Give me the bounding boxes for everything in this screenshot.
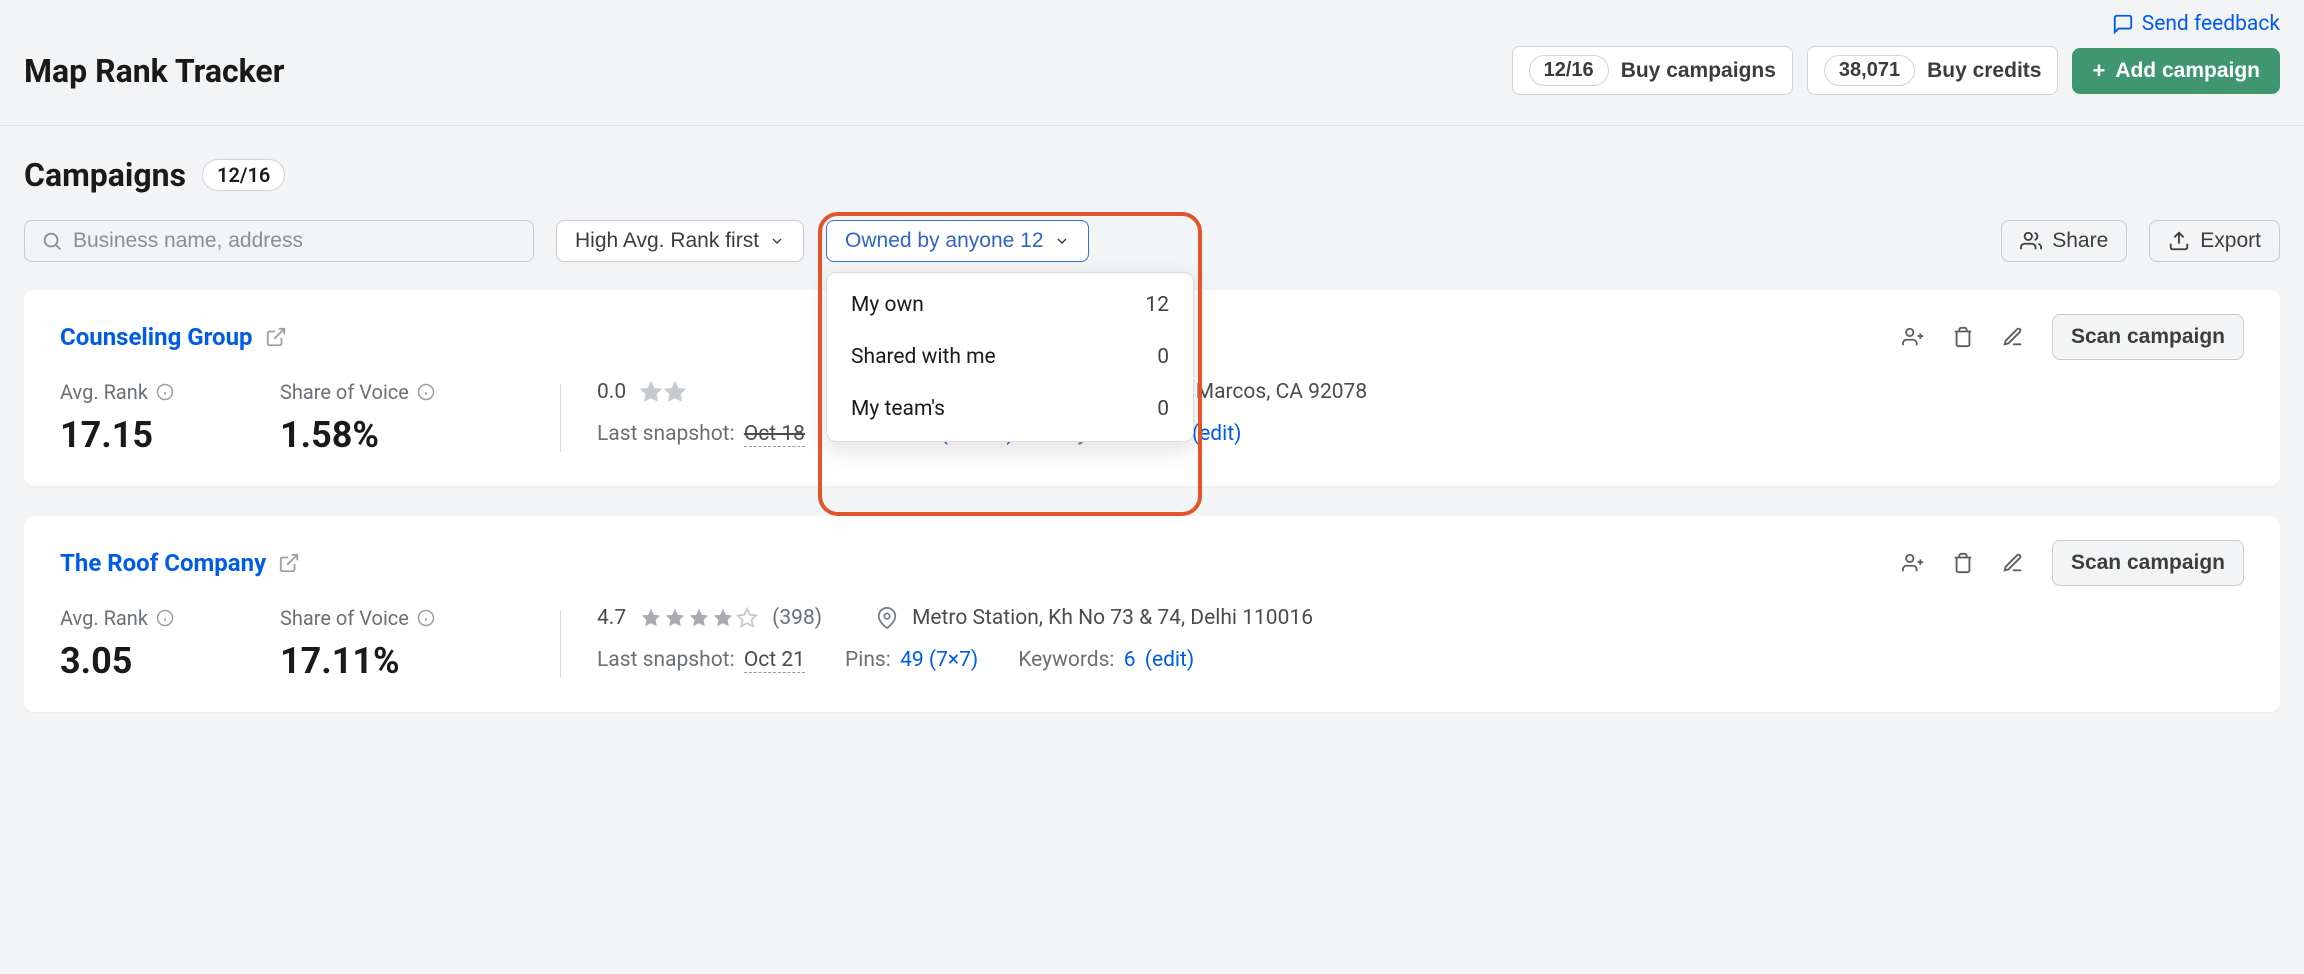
avg-rank-value: 3.05 [60, 640, 228, 682]
campaign-title-link[interactable]: The Roof Company [60, 549, 266, 577]
sov-value: 17.11% [280, 640, 508, 682]
export-button[interactable]: Export [2149, 220, 2280, 262]
address-text: Metro Station, Kh No 73 & 74, Delhi 1100… [912, 606, 1313, 630]
send-feedback-label: Send feedback [2142, 12, 2280, 36]
last-snapshot-label: Last snapshot: [597, 422, 735, 446]
pins-value[interactable]: 49 (7×7) [900, 648, 978, 672]
star-rating [640, 381, 686, 403]
search-icon [41, 230, 63, 252]
page-title: Map Rank Tracker [24, 52, 284, 90]
share-button[interactable]: Share [2001, 220, 2127, 262]
star-rating [640, 607, 758, 629]
plus-icon: + [2092, 58, 2105, 84]
campaign-card: The Roof Company Scan campaign [24, 516, 2280, 712]
external-link-icon[interactable] [265, 326, 287, 348]
keywords-edit-link[interactable]: (edit) [1145, 648, 1194, 672]
add-campaign-label: Add campaign [2115, 59, 2260, 83]
owner-option-team[interactable]: My team's 0 [827, 383, 1193, 435]
info-icon[interactable] [156, 383, 174, 401]
buy-campaigns-button[interactable]: 12/16 Buy campaigns [1512, 46, 1793, 95]
buy-campaigns-label: Buy campaigns [1621, 59, 1776, 83]
rating-value: 4.7 [597, 606, 626, 630]
sov-label: Share of Voice [280, 380, 409, 404]
edit-icon[interactable] [2002, 552, 2024, 574]
chevron-down-icon [1054, 233, 1070, 249]
buy-credits-label: Buy credits [1927, 59, 2041, 83]
sort-dropdown[interactable]: High Avg. Rank first [556, 220, 804, 262]
avg-rank-value: 17.15 [60, 414, 228, 456]
map-pin-icon [876, 607, 898, 629]
section-count-badge: 12/16 [202, 159, 285, 191]
scan-campaign-button[interactable]: Scan campaign [2052, 540, 2244, 586]
add-user-icon[interactable] [1902, 552, 1924, 574]
info-icon[interactable] [417, 609, 435, 627]
delete-icon[interactable] [1952, 326, 1974, 348]
chevron-down-icon [769, 233, 785, 249]
owner-option-my-own[interactable]: My own 12 [827, 279, 1193, 331]
share-people-icon [2020, 230, 2042, 252]
owner-option-shared[interactable]: Shared with me 0 [827, 331, 1193, 383]
section-title: Campaigns [24, 156, 186, 194]
reviews-count: (398) [772, 606, 822, 630]
avg-rank-label: Avg. Rank [60, 606, 148, 630]
feedback-icon [2112, 13, 2134, 35]
sov-value: 1.58% [280, 414, 508, 456]
edit-icon[interactable] [2002, 326, 2024, 348]
delete-icon[interactable] [1952, 552, 1974, 574]
external-link-icon[interactable] [278, 552, 300, 574]
add-campaign-button[interactable]: + Add campaign [2072, 48, 2280, 94]
credits-badge: 38,071 [1824, 55, 1915, 86]
info-icon[interactable] [156, 609, 174, 627]
search-input[interactable] [73, 229, 517, 253]
send-feedback-link[interactable]: Send feedback [2112, 12, 2280, 36]
buy-credits-button[interactable]: 38,071 Buy credits [1807, 46, 2059, 95]
snapshot-date[interactable]: Oct 18 [744, 422, 805, 447]
keywords-edit-link[interactable]: (edit) [1192, 422, 1241, 446]
info-icon[interactable] [417, 383, 435, 401]
campaign-title-link[interactable]: Counseling Group [60, 323, 253, 351]
keywords-value[interactable]: 6 [1124, 648, 1136, 672]
owner-filter-dropdown[interactable]: Owned by anyone 12 [826, 220, 1088, 262]
snapshot-date[interactable]: Oct 21 [744, 648, 805, 673]
pins-label: Pins: [845, 648, 891, 672]
sov-label: Share of Voice [280, 606, 409, 630]
export-icon [2168, 230, 2190, 252]
export-label: Export [2200, 229, 2261, 253]
last-snapshot-label: Last snapshot: [597, 648, 735, 672]
scan-campaign-button[interactable]: Scan campaign [2052, 314, 2244, 360]
keywords-label: Keywords: [1018, 648, 1114, 672]
rating-value: 0.0 [597, 380, 626, 404]
owner-filter-label: Owned by anyone 12 [845, 229, 1043, 253]
campaigns-usage-badge: 12/16 [1529, 55, 1609, 86]
share-label: Share [2052, 229, 2108, 253]
owner-dropdown-panel: My own 12 Shared with me 0 My team's 0 [826, 272, 1194, 442]
avg-rank-label: Avg. Rank [60, 380, 148, 404]
search-input-wrap[interactable] [24, 220, 534, 262]
sort-label: High Avg. Rank first [575, 229, 759, 253]
add-user-icon[interactable] [1902, 326, 1924, 348]
